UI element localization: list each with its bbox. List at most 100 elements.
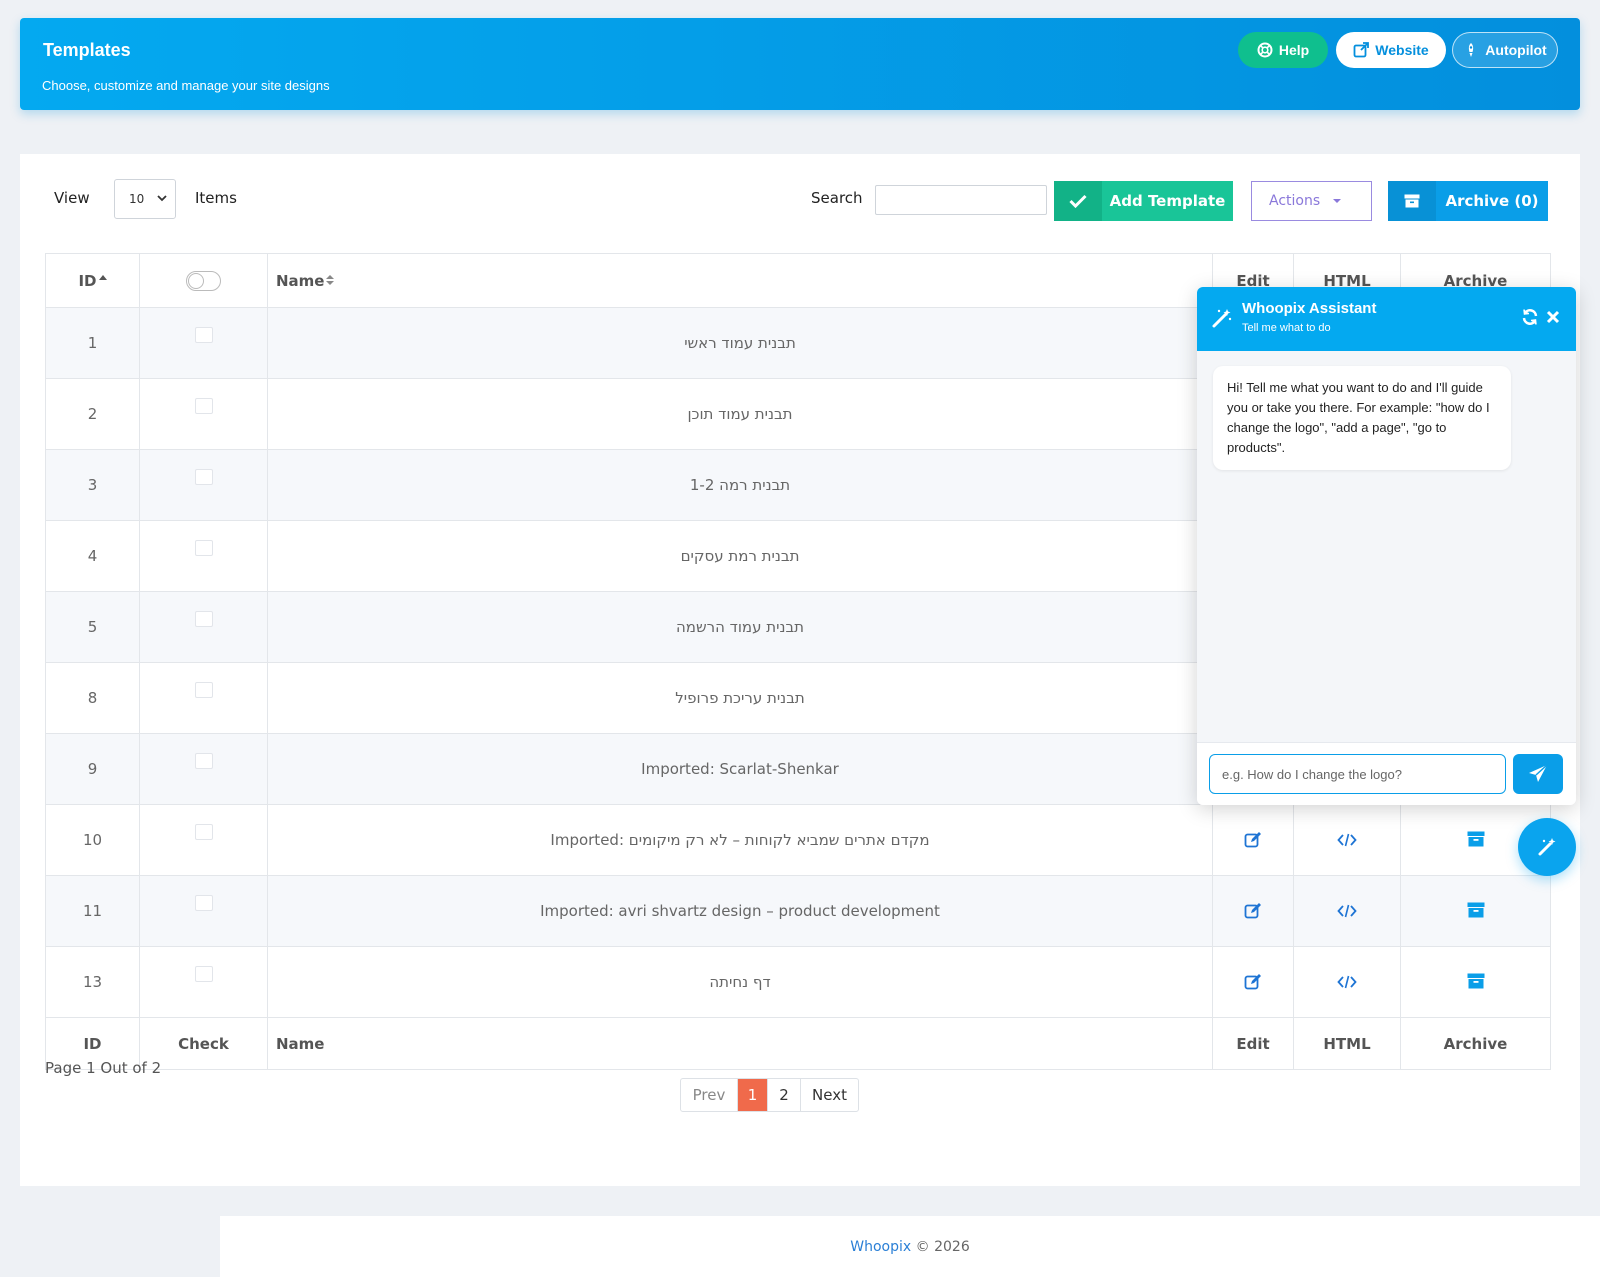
items-label: Items xyxy=(195,189,237,207)
archive-label: Archive (0) xyxy=(1445,192,1539,210)
row-checkbox-cell xyxy=(139,662,268,734)
items-per-page-value: 10 xyxy=(129,192,145,206)
caret-down-icon xyxy=(1333,199,1341,203)
code-icon[interactable] xyxy=(1337,973,1357,991)
assistant-header: Whoopix Assistant Tell me what to do xyxy=(1197,287,1576,351)
table-footer-row: ID Check Name Edit HTML Archive xyxy=(45,1017,1551,1070)
row-name: תבנית עמוד תוכן xyxy=(267,378,1213,450)
page-info: Page 1 Out of 2 xyxy=(45,1059,162,1077)
table-row: 10 Imported: מקדם אתרים שמביא לקוחות – לא… xyxy=(45,804,1551,876)
archive-box-icon[interactable] xyxy=(1467,902,1485,920)
page-title: Templates xyxy=(43,40,131,60)
row-checkbox-cell xyxy=(139,591,268,663)
footer-html: HTML xyxy=(1293,1017,1401,1070)
footer-copyright: © 2026 xyxy=(915,1238,970,1255)
assistant-panel: Whoopix Assistant Tell me what to do Hi!… xyxy=(1197,287,1576,805)
items-per-page-select[interactable]: 10 xyxy=(114,179,176,219)
row-checkbox[interactable] xyxy=(194,539,213,556)
edit-icon[interactable] xyxy=(1244,831,1262,849)
row-checkbox[interactable] xyxy=(194,681,213,698)
assistant-message: Hi! Tell me what you want to do and I'll… xyxy=(1213,366,1511,470)
row-id: 8 xyxy=(45,662,140,734)
send-button[interactable] xyxy=(1513,754,1563,794)
row-checkbox-cell xyxy=(139,378,268,450)
actions-dropdown[interactable]: Actions xyxy=(1251,181,1372,221)
assistant-title: Whoopix Assistant xyxy=(1242,300,1377,317)
row-html-cell xyxy=(1293,804,1401,876)
sort-icon xyxy=(326,274,335,285)
website-label: Website xyxy=(1375,42,1429,58)
footer-edit: Edit xyxy=(1212,1017,1294,1070)
footer-archive: Archive xyxy=(1400,1017,1551,1070)
website-button[interactable]: Website xyxy=(1336,32,1446,68)
archive-box-icon[interactable] xyxy=(1467,973,1485,991)
add-template-label: Add Template xyxy=(1109,192,1226,210)
row-checkbox[interactable] xyxy=(194,823,213,840)
row-checkbox-cell xyxy=(139,449,268,521)
row-id: 5 xyxy=(45,591,140,663)
row-id: 4 xyxy=(45,520,140,592)
edit-icon[interactable] xyxy=(1244,973,1262,991)
prev-page-button[interactable]: Prev xyxy=(681,1079,738,1111)
archive-button[interactable]: Archive (0) xyxy=(1388,181,1548,221)
column-header-name[interactable]: Name xyxy=(267,253,1213,308)
page-footer: Whoopix © 2026 xyxy=(220,1216,1600,1277)
actions-label: Actions xyxy=(1269,193,1321,209)
row-checkbox[interactable] xyxy=(194,752,213,769)
select-all-toggle[interactable] xyxy=(186,270,221,291)
table-row: 11 Imported: avri shvartz design – produc… xyxy=(45,875,1551,947)
autopilot-button[interactable]: Autopilot xyxy=(1452,32,1558,68)
paper-plane-icon xyxy=(1529,764,1548,782)
row-archive-cell xyxy=(1400,875,1551,947)
check-icon xyxy=(1069,194,1087,208)
row-checkbox-cell xyxy=(139,946,268,1018)
search-label: Search xyxy=(811,189,863,207)
row-edit-cell xyxy=(1212,946,1294,1018)
page-1-button[interactable]: 1 xyxy=(738,1079,768,1111)
row-checkbox[interactable] xyxy=(194,894,213,911)
footer-name: Name xyxy=(267,1017,1213,1070)
row-checkbox-cell xyxy=(139,875,268,947)
row-checkbox[interactable] xyxy=(194,326,213,343)
row-id: 3 xyxy=(45,449,140,521)
sort-ascending-icon xyxy=(98,274,107,280)
search-input[interactable] xyxy=(875,185,1047,215)
autopilot-label: Autopilot xyxy=(1485,42,1547,58)
archive-box-icon[interactable] xyxy=(1467,831,1485,849)
lifebuoy-icon xyxy=(1257,42,1273,58)
row-checkbox[interactable] xyxy=(194,610,213,627)
row-name: תבנית רמה 1-2 xyxy=(267,449,1213,521)
row-checkbox[interactable] xyxy=(194,468,213,485)
code-icon[interactable] xyxy=(1337,831,1357,849)
rocket-icon xyxy=(1469,43,1474,57)
magic-wand-icon xyxy=(1212,309,1232,328)
assistant-toggle-button[interactable] xyxy=(1518,818,1576,876)
row-checkbox-cell xyxy=(139,804,268,876)
page-subtitle: Choose, customize and manage your site d… xyxy=(42,78,330,93)
page-2-button[interactable]: 2 xyxy=(768,1079,801,1111)
chevron-down-icon xyxy=(157,195,167,202)
row-name: דף נחיתה xyxy=(267,946,1213,1018)
assistant-input[interactable]: e.g. How do I change the logo? xyxy=(1209,754,1506,794)
column-header-name-label: Name xyxy=(276,271,325,290)
assistant-subtitle: Tell me what to do xyxy=(1242,322,1331,334)
close-icon[interactable] xyxy=(1545,308,1561,326)
row-checkbox[interactable] xyxy=(194,397,213,414)
row-edit-cell xyxy=(1212,804,1294,876)
row-checkbox-cell xyxy=(139,733,268,805)
code-icon[interactable] xyxy=(1337,902,1357,920)
footer-brand-link[interactable]: Whoopix xyxy=(850,1239,911,1255)
row-checkbox[interactable] xyxy=(194,965,213,982)
refresh-icon[interactable] xyxy=(1521,308,1539,326)
row-name: תבנית רמת עסקים xyxy=(267,520,1213,592)
row-id: 11 xyxy=(45,875,140,947)
column-header-id[interactable]: ID xyxy=(45,253,140,308)
row-name: Imported: avri shvartz design – product … xyxy=(267,875,1213,947)
add-template-button[interactable]: Add Template xyxy=(1054,181,1233,221)
help-button[interactable]: Help xyxy=(1238,32,1328,68)
row-name: תבנית עריכת פרופיל xyxy=(267,662,1213,734)
row-edit-cell xyxy=(1212,875,1294,947)
edit-icon[interactable] xyxy=(1244,902,1262,920)
next-page-button[interactable]: Next xyxy=(801,1079,858,1111)
row-id: 2 xyxy=(45,378,140,450)
